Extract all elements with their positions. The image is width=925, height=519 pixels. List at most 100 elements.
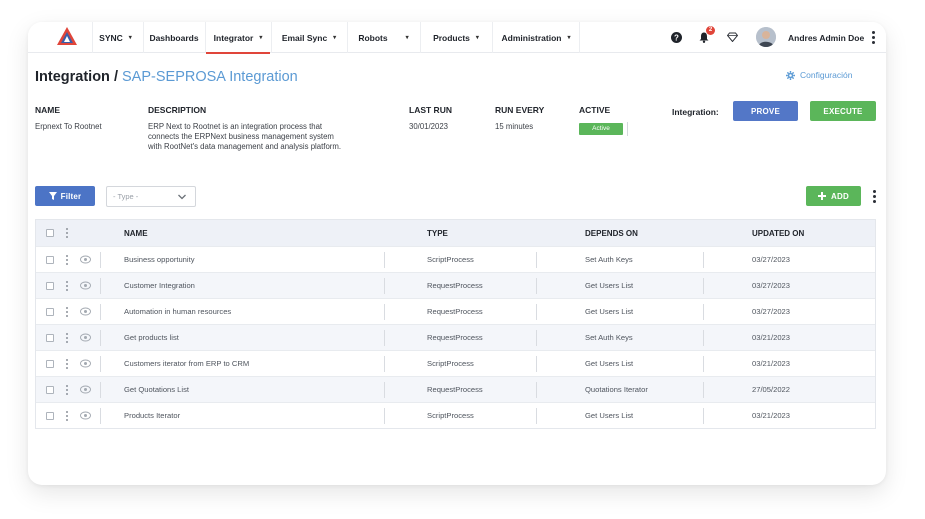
page-subtitle: SAP-SEPROSA Integration — [122, 69, 298, 85]
table-row[interactable]: Customer Integration RequestProcess Get … — [36, 272, 875, 298]
type-select[interactable]: - Type - — [106, 186, 196, 207]
table-options-icon[interactable] — [872, 190, 876, 203]
row-menu-icon[interactable] — [65, 385, 69, 395]
cell-depends-on: Get Users List — [585, 307, 634, 316]
divider — [100, 252, 101, 268]
table-row[interactable]: Automation in human resources RequestPro… — [36, 298, 875, 324]
cell-updated-on: 03/27/2023 — [752, 281, 791, 290]
cell-updated-on: 03/27/2023 — [752, 307, 791, 316]
breadcrumb: Integration / SAP-SEPROSA Integration — [35, 69, 298, 85]
execute-button[interactable]: EXECUTE — [810, 101, 876, 121]
svg-text:?: ? — [674, 33, 679, 42]
caret-down-icon: ▾ — [405, 35, 409, 41]
eye-icon[interactable] — [80, 333, 91, 342]
filter-label: Filter — [60, 191, 82, 201]
cell-depends-on: Get Users List — [585, 359, 634, 368]
caret-down-icon: ▾ — [475, 35, 479, 41]
divider — [384, 382, 385, 398]
cell-depends-on: Get Users List — [585, 411, 634, 420]
caret-down-icon: ▾ — [333, 35, 337, 41]
cell-type: RequestProcess — [427, 281, 483, 290]
divider — [384, 330, 385, 346]
table-row[interactable]: Business opportunity ScriptProcess Set A… — [36, 246, 875, 272]
active-status-badge[interactable]: Active — [579, 123, 623, 135]
divider — [703, 278, 704, 294]
caret-down-icon: ▾ — [259, 35, 263, 41]
column-options-icon[interactable] — [65, 228, 69, 238]
row-menu-icon[interactable] — [65, 307, 69, 317]
gear-icon — [786, 70, 795, 80]
last-run-label: LAST RUN — [409, 105, 452, 115]
eye-icon[interactable] — [80, 255, 91, 264]
nav-item-sync[interactable]: SYNC ▾ — [92, 22, 138, 53]
nav-item-robots[interactable]: Robots ▾ — [347, 22, 419, 53]
eye-icon[interactable] — [80, 359, 91, 368]
page-title[interactable]: Integration — [35, 69, 110, 85]
caret-down-icon: ▾ — [128, 35, 132, 41]
divider — [536, 408, 537, 424]
select-all-checkbox[interactable] — [46, 229, 54, 237]
column-header-type[interactable]: TYPE — [427, 220, 448, 246]
row-checkbox[interactable] — [46, 334, 54, 342]
column-header-updated-on[interactable]: UPDATED ON — [752, 220, 804, 246]
table-row[interactable]: Products Iterator ScriptProcess Get User… — [36, 402, 875, 428]
prove-button[interactable]: PROVE — [733, 101, 798, 121]
description-line: ERP Next to Rootnet is an integration pr… — [148, 122, 323, 131]
nav-label: Dashboards — [149, 32, 199, 43]
nav-label: Products — [433, 32, 470, 43]
row-menu-icon[interactable] — [65, 333, 69, 343]
row-menu-icon[interactable] — [65, 281, 69, 291]
row-menu-icon[interactable] — [65, 255, 69, 265]
nav-item-email-sync[interactable]: Email Sync ▾ — [271, 22, 346, 53]
user-avatar[interactable] — [756, 27, 776, 47]
row-checkbox[interactable] — [46, 256, 54, 264]
configuration-link[interactable]: Configuración — [786, 70, 852, 80]
nav-item-dashboards[interactable]: Dashboards — [143, 22, 204, 53]
filter-button[interactable]: Filter — [35, 186, 95, 206]
add-button[interactable]: ADD — [806, 186, 861, 206]
description-line: with RootNet's data management and analy… — [148, 142, 342, 151]
eye-icon[interactable] — [80, 411, 91, 420]
row-menu-icon[interactable] — [65, 411, 69, 421]
row-checkbox[interactable] — [46, 386, 54, 394]
last-run-value: 30/01/2023 — [409, 122, 449, 131]
nav-item-administration[interactable]: Administration ▾ — [492, 22, 580, 53]
cell-type: RequestProcess — [427, 307, 483, 316]
more-menu-icon[interactable] — [871, 31, 875, 44]
description-value: ERP Next to Rootnet is an integration pr… — [148, 122, 341, 152]
row-checkbox[interactable] — [46, 360, 54, 368]
eye-icon[interactable] — [80, 281, 91, 290]
eye-icon[interactable] — [80, 307, 91, 316]
divider — [384, 252, 385, 268]
divider — [100, 304, 101, 320]
nav-item-integrator[interactable]: Integrator ▾ — [205, 22, 270, 54]
notifications-bell-icon[interactable]: 2 — [697, 26, 715, 44]
row-menu-icon[interactable] — [65, 359, 69, 369]
table-header-row: NAME TYPE DEPENDS ON UPDATED ON — [36, 220, 875, 246]
column-header-name[interactable]: NAME — [124, 220, 148, 246]
row-checkbox[interactable] — [46, 308, 54, 316]
cell-updated-on: 03/21/2023 — [752, 333, 791, 342]
table-row[interactable]: Customers iterator from ERP to CRM Scrip… — [36, 350, 875, 376]
help-icon[interactable]: ? — [669, 30, 683, 44]
app-logo-icon[interactable] — [56, 26, 78, 46]
nav-item-products[interactable]: Products ▾ — [420, 22, 491, 53]
divider — [100, 382, 101, 398]
cell-name: Automation in human resources — [124, 307, 232, 316]
active-label: ACTIVE — [579, 105, 611, 115]
cell-name: Get Quotations List — [124, 385, 190, 394]
column-header-depends-on[interactable]: DEPENDS ON — [585, 220, 638, 246]
row-checkbox[interactable] — [46, 412, 54, 420]
divider — [100, 356, 101, 372]
table-row[interactable]: Get products list RequestProcess Set Aut… — [36, 324, 875, 350]
run-every-label: RUN EVERY — [495, 105, 545, 115]
table-row[interactable]: Get Quotations List RequestProcess Quota… — [36, 376, 875, 402]
chevron-down-icon — [178, 194, 186, 200]
cell-type: ScriptProcess — [427, 411, 474, 420]
integration-label: Integration: — [672, 107, 719, 117]
cell-name: Customers iterator from ERP to CRM — [124, 359, 250, 368]
diamond-icon[interactable] — [725, 30, 739, 44]
eye-icon[interactable] — [80, 385, 91, 394]
row-checkbox[interactable] — [46, 282, 54, 290]
user-name[interactable]: Andres Admin Doe — [788, 22, 864, 53]
